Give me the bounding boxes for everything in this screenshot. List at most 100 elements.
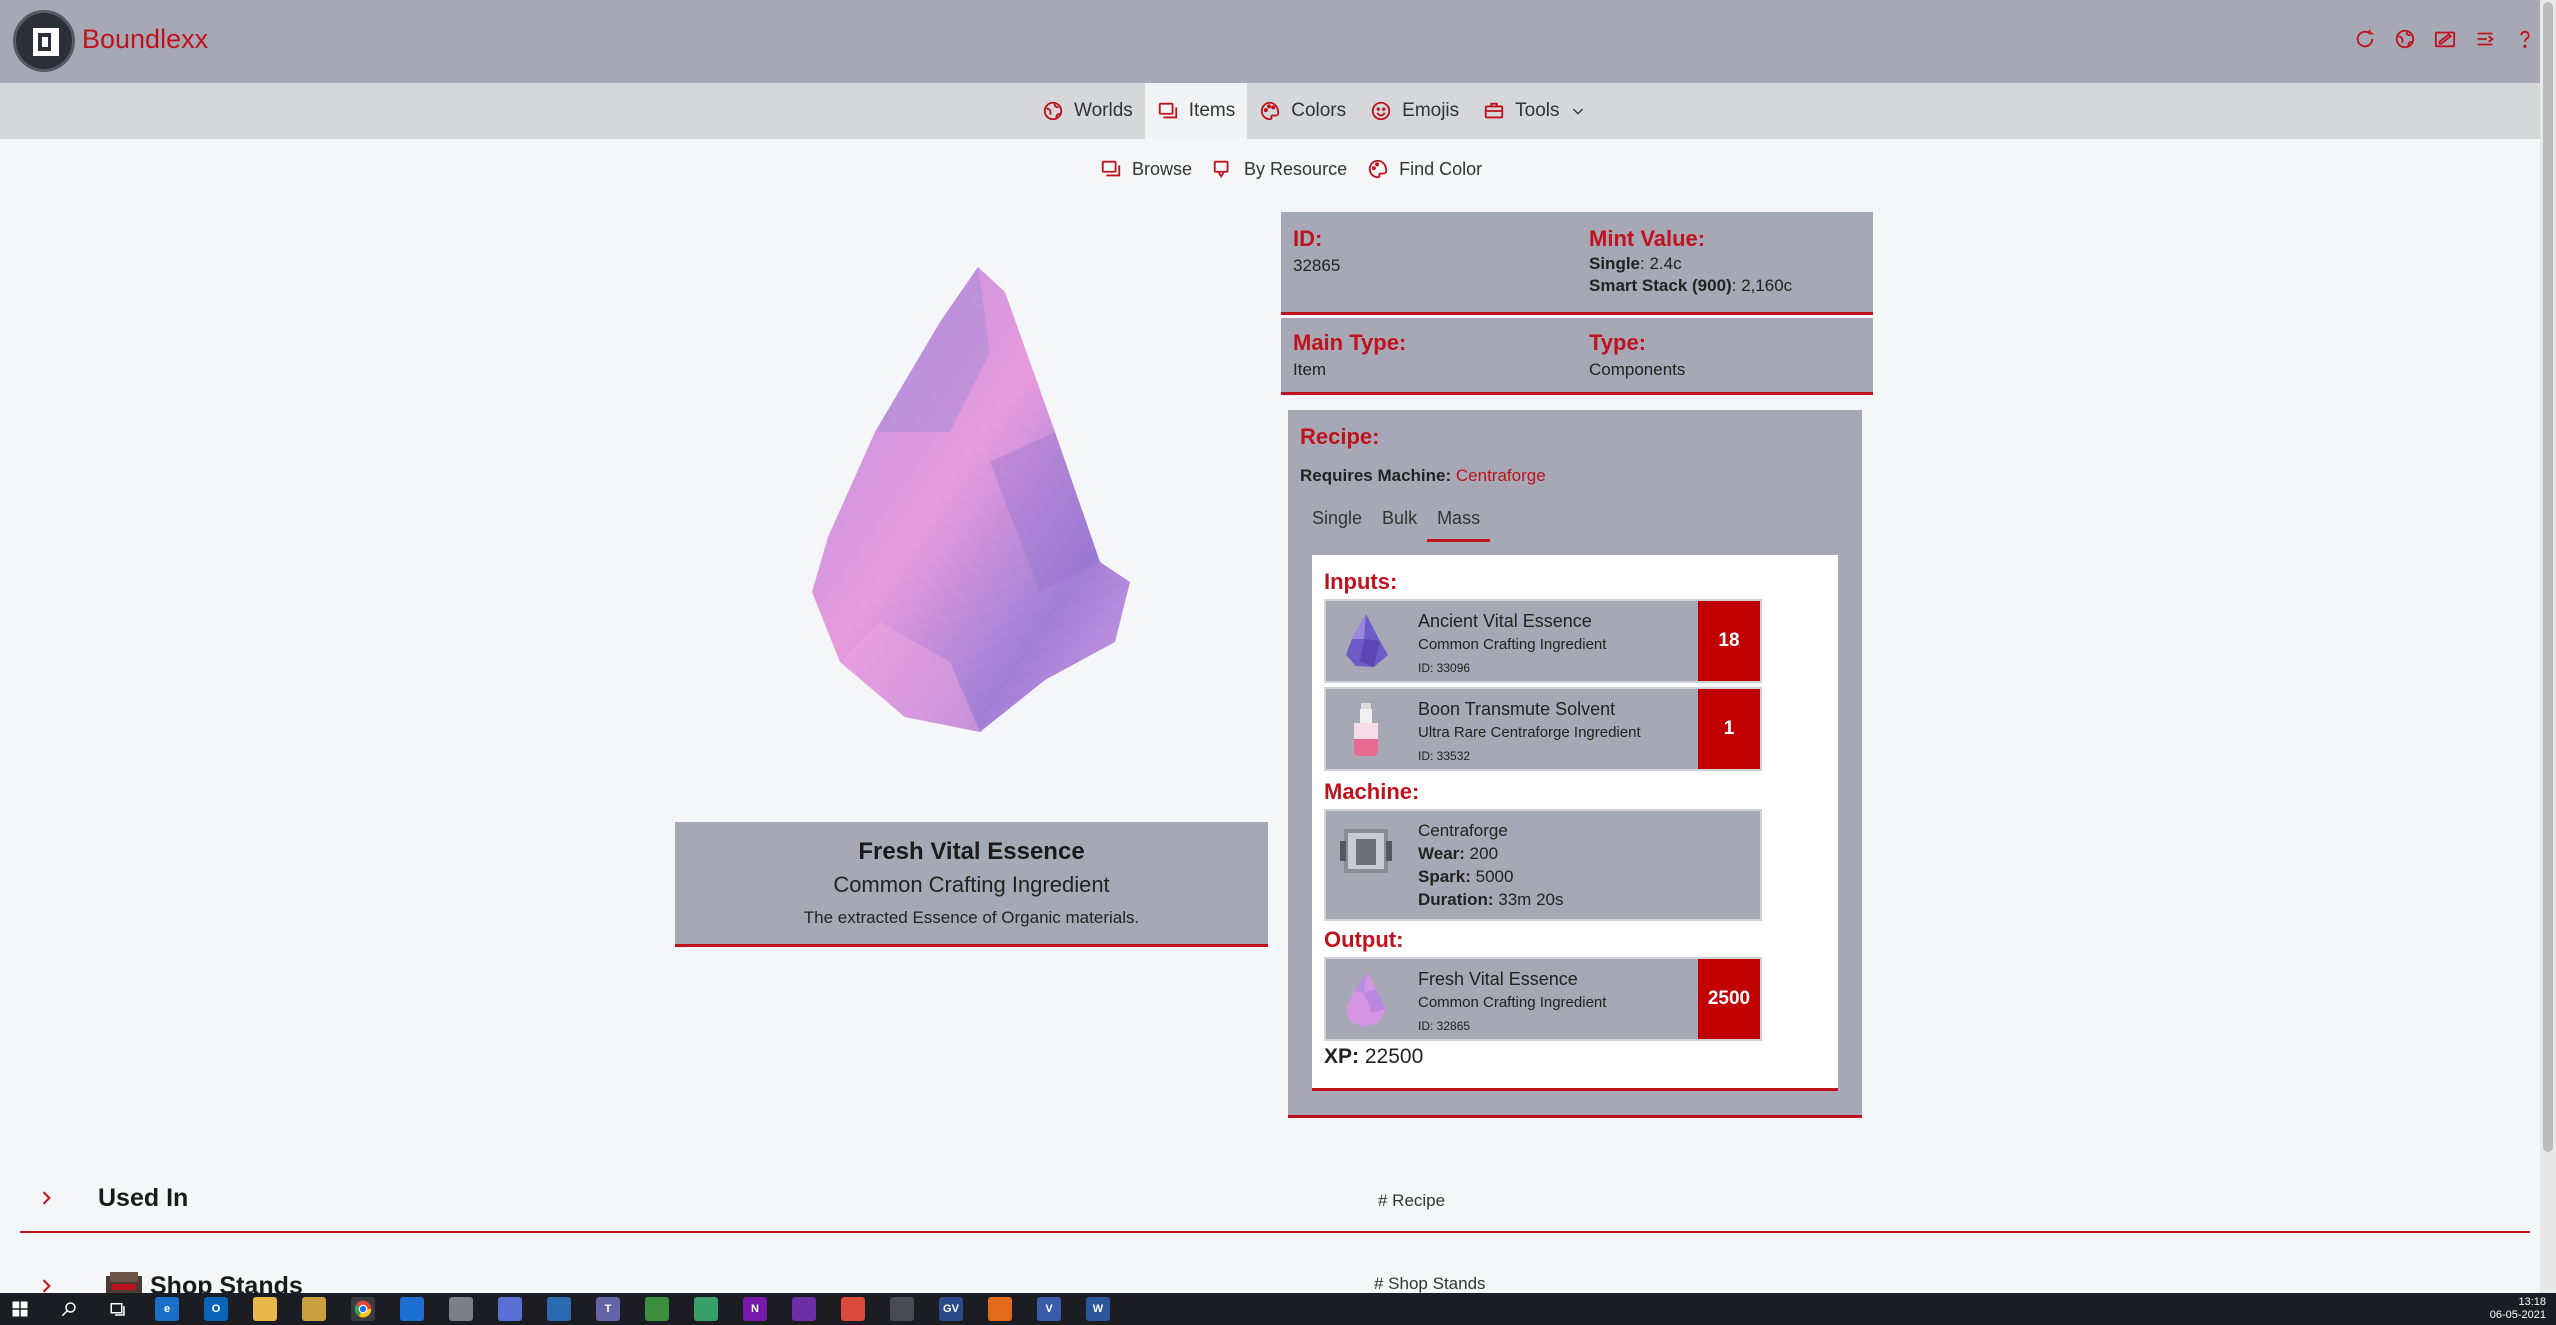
matlab-icon[interactable]: [988, 1297, 1012, 1321]
globe-icon: [1042, 100, 1064, 122]
output-quantity: 2500: [1698, 959, 1760, 1039]
mint-label: Mint Value:: [1589, 226, 1706, 251]
machine-name: Centraforge: [1418, 821, 1508, 840]
calculator-icon[interactable]: [890, 1297, 914, 1321]
nav-worlds[interactable]: Worlds: [1030, 83, 1145, 139]
item-type-box: Main Type: Item Type: Components: [1281, 318, 1873, 395]
save-app-icon[interactable]: [498, 1297, 522, 1321]
subnav-find-color[interactable]: Find Color: [1367, 158, 1482, 180]
palette-icon: [1367, 158, 1389, 180]
nav-items[interactable]: Items: [1144, 83, 1248, 139]
visual-studio-icon[interactable]: [792, 1297, 816, 1321]
teams-icon[interactable]: T: [596, 1297, 620, 1321]
recipe-tabs: Single Bulk Mass: [1302, 502, 1491, 542]
subnav-by-resource[interactable]: By Resource: [1212, 158, 1347, 180]
brand-name[interactable]: Boundlexx: [82, 24, 208, 55]
output-entry[interactable]: Fresh Vital Essence Common Crafting Ingr…: [1324, 957, 1762, 1041]
chevron-right-icon[interactable]: [36, 1188, 56, 1208]
lock-app-icon[interactable]: [302, 1297, 326, 1321]
item-subtitle: Common Crafting Ingredient: [833, 872, 1110, 897]
subnav-browse[interactable]: Browse: [1100, 158, 1192, 180]
system-clock[interactable]: 13:18 06-05-2021: [2490, 1296, 2546, 1322]
windows-start-icon[interactable]: [8, 1297, 32, 1321]
items-subnav: Browse By Resource Find Color: [1100, 158, 1482, 180]
subnav-browse-label: Browse: [1132, 158, 1193, 179]
app-icon[interactable]: [547, 1297, 571, 1321]
requires-machine-link[interactable]: Centraforge: [1456, 466, 1546, 485]
tab-bulk[interactable]: Bulk: [1372, 502, 1427, 542]
mint-single: Single: 2.4c: [1589, 254, 1682, 273]
machine-entry[interactable]: Centraforge Wear: 200 Spark: 5000 Durati…: [1324, 809, 1762, 921]
main-nav: Worlds Items Colors Emojis Tools: [0, 83, 2540, 139]
input-entry[interactable]: Boon Transmute Solvent Ultra Rare Centra…: [1324, 687, 1762, 771]
nav-worlds-label: Worlds: [1074, 100, 1133, 121]
shop-stands-hash[interactable]: # Shop Stands: [1374, 1274, 1486, 1294]
subnav-by-resource-label: By Resource: [1244, 158, 1348, 179]
os-taskbar: e O T N GV V W 13:18 06-05-2021: [0, 1293, 2556, 1325]
pen-app-icon[interactable]: [449, 1297, 473, 1321]
type-value: Components: [1589, 360, 1686, 379]
tab-mass[interactable]: Mass: [1427, 502, 1491, 542]
clock-date: 06-05-2021: [2489, 1309, 2546, 1321]
onenote-icon[interactable]: N: [743, 1297, 767, 1321]
page-scrollbar[interactable]: [2540, 0, 2556, 1293]
chevron-down-icon: [1570, 103, 1586, 119]
input-quantity: 18: [1698, 601, 1760, 681]
visio-icon[interactable]: V: [1037, 1297, 1061, 1321]
used-in-title: Used In: [98, 1184, 189, 1212]
input-subtitle: Ultra Rare Centraforge Ingredient: [1418, 724, 1641, 741]
section-divider: [20, 1231, 2530, 1233]
main-type-label: Main Type:: [1293, 330, 1407, 355]
centraforge-icon: [1336, 821, 1396, 881]
machine-duration: Duration: 33m 20s: [1418, 890, 1564, 909]
task-view-icon[interactable]: [106, 1297, 130, 1321]
input-quantity: 1: [1698, 689, 1760, 769]
item-render-image: [800, 262, 1150, 742]
refresh-icon[interactable]: [2354, 28, 2376, 50]
help-icon[interactable]: [2514, 28, 2536, 50]
nav-colors-label: Colors: [1291, 100, 1347, 121]
word-icon[interactable]: W: [1086, 1297, 1110, 1321]
crystal-icon: [1336, 969, 1396, 1029]
smiley-icon: [1370, 100, 1392, 122]
clock-time: 13:18: [2518, 1296, 2546, 1308]
paint-icon[interactable]: [841, 1297, 865, 1321]
browse-icon: [1100, 158, 1122, 180]
globe-icon[interactable]: [2394, 28, 2416, 50]
nav-tools[interactable]: Tools: [1471, 83, 1597, 139]
input-name: Ancient Vital Essence: [1418, 611, 1592, 631]
input-entry[interactable]: Ancient Vital Essence Common Crafting In…: [1324, 599, 1762, 683]
recipe-panel: Recipe: Requires Machine: Centraforge Si…: [1288, 410, 1862, 1118]
maps-icon[interactable]: [400, 1297, 424, 1321]
input-id: ID: 33532: [1418, 749, 1471, 763]
xp-value: XP: 22500: [1324, 1045, 1424, 1068]
edge-icon[interactable]: e: [155, 1297, 179, 1321]
circle-app-icon[interactable]: [694, 1297, 718, 1321]
subnav-find-color-label: Find Color: [1399, 158, 1483, 179]
network-icon[interactable]: [2474, 28, 2496, 50]
search-icon[interactable]: [57, 1297, 81, 1321]
chrome-icon[interactable]: [351, 1297, 375, 1321]
nav-emojis[interactable]: Emojis: [1358, 83, 1471, 139]
app-logo[interactable]: [13, 10, 75, 72]
output-name: Fresh Vital Essence: [1418, 969, 1578, 989]
resource-icon: [1212, 158, 1234, 180]
machine-wear: Wear: 200: [1418, 844, 1499, 863]
tab-single[interactable]: Single: [1302, 502, 1372, 542]
scrollbar-thumb[interactable]: [2543, 2, 2553, 1152]
output-subtitle: Common Crafting Ingredient: [1418, 994, 1607, 1011]
outlook-icon[interactable]: O: [204, 1297, 228, 1321]
used-in-hash[interactable]: # Recipe: [1378, 1191, 1445, 1211]
recipe-details: Inputs: Ancient Vital Essence Common Cra…: [1312, 555, 1838, 1091]
gv-app-icon[interactable]: GV: [939, 1297, 963, 1321]
nav-colors[interactable]: Colors: [1247, 83, 1358, 139]
nav-tools-label: Tools: [1515, 100, 1560, 121]
type-label: Type:: [1589, 330, 1647, 355]
mint-smart-stack: Smart Stack (900): 2,160c: [1589, 276, 1793, 295]
requires-machine: Requires Machine: Centraforge: [1300, 466, 1546, 485]
crystal-icon: [1336, 611, 1396, 671]
input-subtitle: Common Crafting Ingredient: [1418, 636, 1607, 653]
signature-icon[interactable]: [2434, 28, 2456, 50]
notepad-icon[interactable]: [645, 1297, 669, 1321]
file-explorer-icon[interactable]: [253, 1297, 277, 1321]
